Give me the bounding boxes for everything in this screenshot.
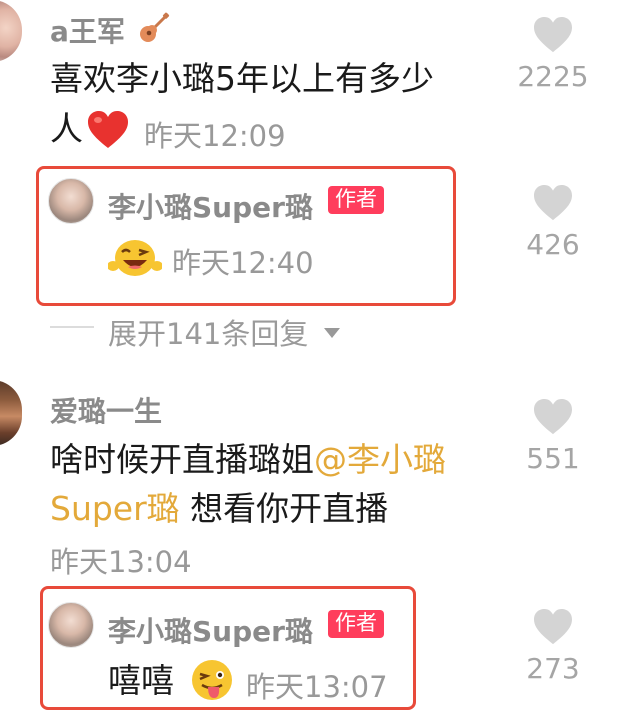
comment-username[interactable]: 爱璐一生 [50, 390, 162, 430]
heart-like-icon [534, 398, 572, 435]
reply-username[interactable]: 李小璐Super璐 [108, 610, 313, 650]
expand-divider [50, 326, 94, 328]
reply-username[interactable]: 李小璐Super璐 [108, 186, 313, 226]
comment-username-text: a王军 [50, 15, 125, 48]
like-button[interactable]: 551 [508, 398, 598, 475]
like-count: 2225 [517, 60, 589, 93]
like-button[interactable]: 2225 [508, 16, 598, 93]
comment-text-continued: Super璐 想看你开直播 [50, 492, 388, 525]
heart-like-icon [534, 16, 572, 53]
author-badge: 作者 [328, 610, 384, 639]
mention-link-continued[interactable]: Super璐 [50, 489, 180, 528]
comment-time: 昨天12:09 [144, 119, 286, 153]
commenter-avatar[interactable] [0, 380, 22, 446]
comment-text-line2: 人 [50, 109, 83, 148]
commenter-avatar[interactable] [0, 0, 22, 62]
author-badge: 作者 [328, 186, 384, 215]
reply-text: 嘻嘻 [108, 661, 174, 700]
caret-down-icon [323, 328, 340, 338]
like-count: 273 [526, 652, 580, 685]
laughing-winking-emoji [108, 240, 162, 276]
expand-replies-button[interactable]: 展开141条回复 [108, 311, 342, 353]
reply-time: 昨天12:40 [172, 246, 314, 280]
comment-time: 昨天13:04 [50, 545, 192, 579]
heart-like-icon [534, 184, 572, 221]
author-avatar[interactable] [48, 602, 94, 648]
comment-text-line1: 啥时候开直播璐姐 [50, 440, 314, 479]
reply-time: 昨天13:07 [246, 670, 388, 704]
like-count: 426 [526, 228, 580, 261]
comment-text: 啥时候开直播璐姐@李小璐 [50, 443, 446, 476]
expand-replies-label: 展开141条回复 [108, 317, 309, 351]
mention-link[interactable]: @李小璐 [314, 440, 446, 479]
comment-text-continued: 人 [50, 112, 83, 145]
author-avatar[interactable] [48, 178, 94, 224]
guitar-icon [139, 12, 169, 42]
reply-like-button[interactable]: 426 [508, 184, 598, 261]
comment-username[interactable]: a王军 [50, 10, 171, 50]
reply-like-button[interactable]: 273 [508, 608, 598, 685]
heart-like-icon [534, 608, 572, 645]
tongue-winking-emoji [192, 660, 232, 700]
comment-text-line2: 想看你开直播 [179, 489, 389, 528]
comment-text: 喜欢李小璐5年以上有多少 [50, 59, 434, 98]
like-count: 551 [526, 442, 580, 475]
red-heart-icon [88, 111, 128, 148]
